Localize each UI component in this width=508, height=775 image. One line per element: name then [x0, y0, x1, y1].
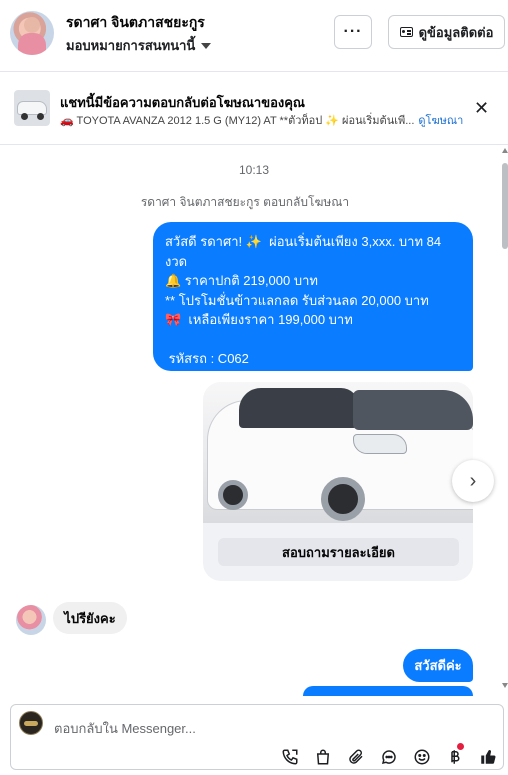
baht-icon[interactable]: [443, 745, 467, 769]
ad-message-bubble: สวัสดี รดาศา! ✨ ผ่อนเริ่มต้นเพียง 3,xxx.…: [153, 222, 473, 371]
assign-label: มอบหมายการสนทนานี้: [66, 38, 196, 53]
carousel-next-button[interactable]: ›: [452, 460, 494, 502]
page-avatar: [19, 711, 43, 735]
call-icon[interactable]: [278, 745, 302, 769]
car-photo: [203, 382, 473, 523]
more-options-button[interactable]: ···: [334, 15, 372, 49]
scrollbar-thumb[interactable]: [502, 163, 508, 249]
view-contact-info-button[interactable]: ดูข้อมูลติดต่อ: [388, 15, 505, 49]
chat-bubble-icon[interactable]: [377, 745, 401, 769]
contact-avatar[interactable]: [10, 11, 54, 55]
emoji-icon[interactable]: [410, 745, 434, 769]
contact-name[interactable]: รดาศา จินตภาสชยะกูร: [66, 12, 205, 34]
notification-dot: [457, 743, 464, 750]
chevron-right-icon: ›: [469, 469, 477, 492]
scroll-down-icon[interactable]: [502, 683, 508, 688]
ad-reply-notice: รดาศา จินตภาสชยะกูร ตอบกลับโฆษณา: [140, 195, 350, 209]
attach-icon[interactable]: [344, 745, 368, 769]
caret-down-icon: [201, 42, 212, 49]
ad-thumbnail: [14, 90, 50, 126]
composer-toolbar: [278, 745, 500, 769]
ad-carousel-card[interactable]: สอบถามรายละเอียด: [203, 382, 473, 581]
page-message-bubble-partial: [303, 686, 473, 696]
customer-message-bubble: ไปรียังคะ: [53, 602, 127, 634]
ad-banner-subtitle: 🚗 TOYOTA AVANZA 2012 1.5 G (MY12) AT **ต…: [60, 111, 463, 129]
thumbs-up-icon[interactable]: [476, 745, 500, 769]
view-contact-info-label: ดูข้อมูลติดต่อ: [418, 24, 494, 40]
message-timestamp: 10:13: [238, 163, 270, 177]
ad-message-text: สวัสดี รดาศา! ✨ ผ่อนเริ่มต้นเพียง 3,xxx.…: [165, 234, 442, 366]
shopping-bag-icon[interactable]: [311, 745, 335, 769]
contact-card-icon: [399, 27, 413, 37]
view-ad-link[interactable]: ดูโฆษณา: [418, 111, 463, 129]
assign-conversation-dropdown[interactable]: มอบหมายการสนทนานี้: [66, 35, 212, 56]
ad-description: 🚗 TOYOTA AVANZA 2012 1.5 G (MY12) AT **ต…: [60, 115, 415, 127]
close-icon[interactable]: ✕: [474, 98, 489, 119]
ad-banner-title: แชทนี้มีข้อความตอบกลับต่อโฆษณาของคุณ: [60, 95, 305, 110]
page-message-bubble: สวัสดีค่ะ: [403, 649, 473, 682]
ask-details-button[interactable]: สอบถามรายละเอียด: [218, 538, 459, 566]
scroll-up-icon[interactable]: [502, 148, 508, 153]
customer-avatar: [16, 605, 46, 635]
reply-input[interactable]: ตอบกลับใน Messenger...: [54, 718, 196, 739]
